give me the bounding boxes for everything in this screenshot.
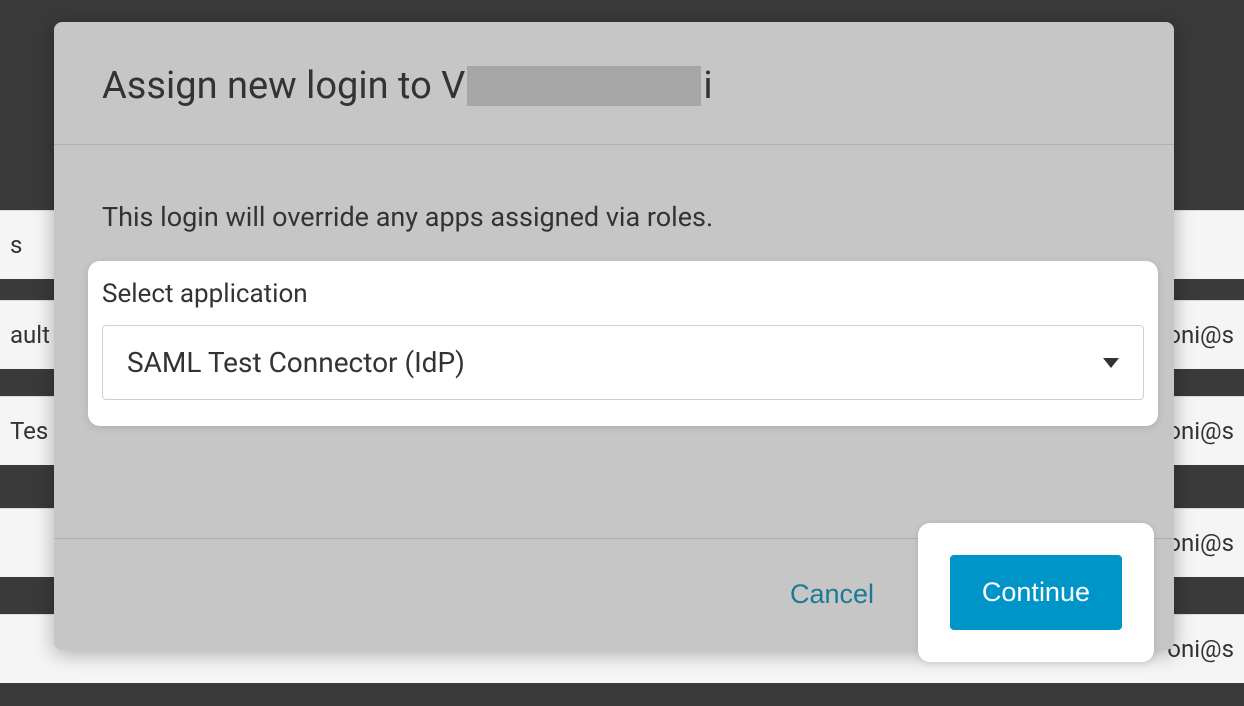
assign-login-modal: Assign new login to V i This login will o… <box>54 22 1174 650</box>
modal-footer: Cancel Continue <box>54 538 1174 650</box>
title-prefix: Assign new login to V <box>102 64 465 108</box>
redacted-name <box>467 66 701 106</box>
bg-row-right: oni@s <box>1167 321 1234 349</box>
bg-row-left: ault <box>10 321 50 349</box>
cancel-button[interactable]: Cancel <box>786 571 878 618</box>
bg-row-right: oni@s <box>1167 635 1234 663</box>
bg-row-left: Tes <box>10 417 48 445</box>
bg-row-left: s <box>10 231 22 259</box>
chevron-down-icon <box>1103 358 1119 368</box>
title-suffix: i <box>703 64 712 108</box>
modal-header: Assign new login to V i <box>54 22 1174 145</box>
modal-body: This login will override any apps assign… <box>54 145 1174 538</box>
continue-button[interactable]: Continue <box>950 555 1122 630</box>
bg-row-right: oni@s <box>1167 529 1234 557</box>
select-application-label: Select application <box>102 279 1144 309</box>
modal-title: Assign new login to V i <box>102 64 1126 108</box>
continue-highlight: Continue <box>918 523 1154 662</box>
select-application-dropdown[interactable]: SAML Test Connector (IdP) <box>102 325 1144 400</box>
modal-description: This login will override any apps assign… <box>102 201 1126 233</box>
select-application-highlight: Select application SAML Test Connector (… <box>88 261 1158 426</box>
select-application-value: SAML Test Connector (IdP) <box>127 346 465 379</box>
bg-row-right: oni@s <box>1167 417 1234 445</box>
